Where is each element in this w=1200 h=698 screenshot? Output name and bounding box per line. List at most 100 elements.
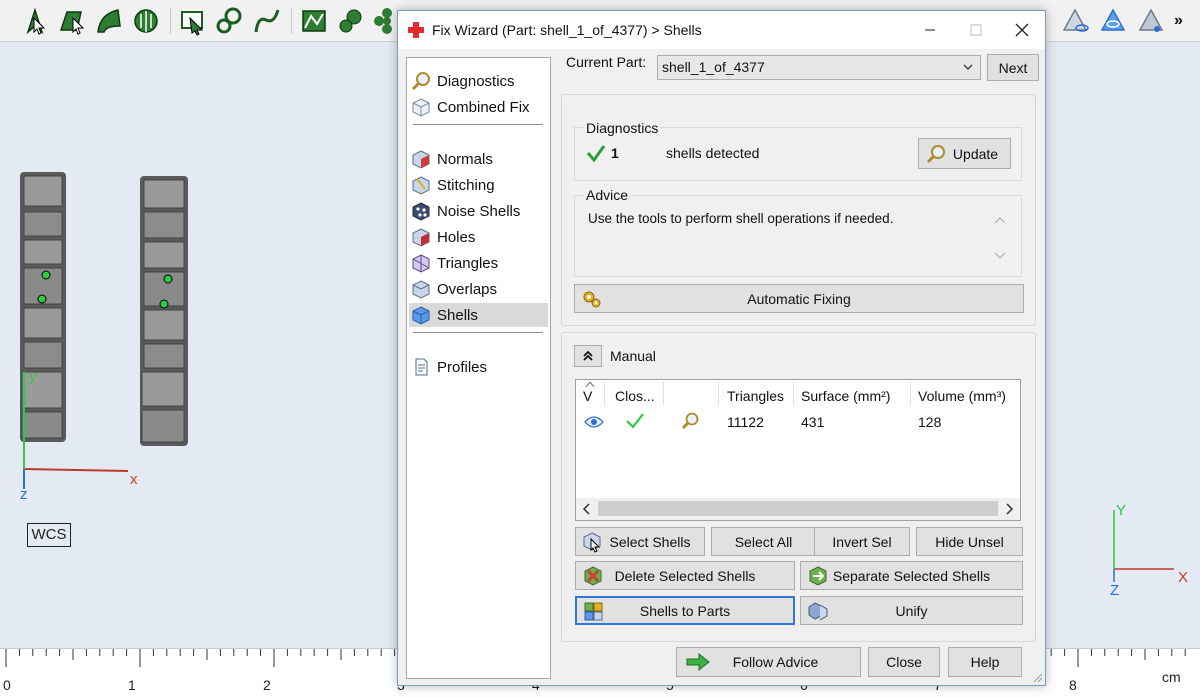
column-header-visible[interactable]: V [583,388,592,404]
view-cone-blue-icon[interactable] [1098,6,1128,36]
nav-item-holes[interactable]: Holes [409,225,548,249]
table-row[interactable]: 11122 431 128 [576,408,1020,436]
unify-label: Unify [895,602,928,619]
scrollbar-thumb[interactable] [598,501,998,516]
nav-item-label: Shells [437,306,478,324]
update-button[interactable]: Update [918,138,1011,169]
nav-item-diagnostics[interactable]: Diagnostics [409,69,548,93]
nav-item-label: Overlaps [437,280,498,298]
normals-cube-icon [412,150,430,169]
ruler-unit: cm [1162,669,1181,685]
horizontal-scrollbar[interactable] [576,498,1020,520]
follow-advice-button[interactable]: Follow Advice [676,647,861,677]
nav-item-triangles[interactable]: Triangles [409,251,548,275]
scroll-left-icon[interactable] [582,503,590,515]
select-surface-icon[interactable] [94,6,124,36]
invert-sel-button[interactable]: Invert Sel [814,527,910,556]
nav-item-label: Stitching [437,176,495,194]
shells-to-parts-button[interactable]: Shells to Parts [575,596,795,625]
close-window-button[interactable] [999,11,1045,49]
separate-selected-shells-button[interactable]: Separate Selected Shells [800,561,1023,590]
hide-unsel-button[interactable]: Hide Unsel [916,527,1023,556]
advice-header: Advice [584,187,631,203]
select-curve-icon[interactable] [252,6,282,36]
scroll-down-icon[interactable] [994,251,1006,261]
column-header-volume[interactable]: Volume (mm³) [918,388,1006,404]
shells-to-parts-label: Shells to Parts [639,602,731,619]
axis-x-label: x [130,471,138,488]
close-button[interactable]: Close [868,647,940,677]
nav-item-label: Combined Fix [437,98,530,116]
resize-grip-icon[interactable] [1031,671,1043,683]
select-shells-button[interactable]: Select Shells [575,527,705,556]
nav-item-label: Diagnostics [437,72,515,90]
stitching-cube-icon [412,176,430,195]
view-cone-icon[interactable] [1060,6,1090,36]
current-part-label: Current Part: [566,54,647,70]
automatic-fixing-label: Automatic Fixing [747,290,851,307]
select-window-icon[interactable] [299,6,329,36]
select-connected-icon[interactable] [336,6,366,36]
shell-count: 1 [611,145,619,161]
minimize-button[interactable] [907,11,953,49]
select-shells-label: Select Shells [609,533,691,550]
holes-cube-icon [412,228,430,247]
title-bar[interactable]: Fix Wizard (Part: shell_1_of_4377) > She… [398,11,1045,49]
select-shells-icon [583,531,601,553]
volume-cell: 128 [918,414,942,430]
ruler-number: 0 [3,677,11,693]
chevron-down-icon [963,64,973,70]
noise-shells-icon [412,202,430,221]
select-plane-icon[interactable] [57,6,87,36]
shell-part-left [20,172,66,442]
axis-z-label: z [20,486,28,503]
close-icon [1015,23,1029,37]
cube-icon [412,98,430,117]
scroll-up-icon[interactable] [994,215,1006,225]
document-icon [415,358,428,376]
select-all-button[interactable]: Select All [711,527,816,556]
eye-icon[interactable] [584,415,604,429]
nav-item-profiles[interactable]: Profiles [409,355,548,379]
green-arrow-icon [686,652,710,672]
unify-button[interactable]: Unify [800,596,1023,625]
column-header-surface[interactable]: Surface (mm²) [801,388,890,404]
view-cone-gray-icon[interactable] [1136,6,1166,36]
magnifier-icon [411,72,430,91]
automatic-fixing-button[interactable]: Automatic Fixing [574,284,1024,313]
next-button[interactable]: Next [987,54,1039,81]
ruler-number: 8 [1069,677,1077,693]
select-shell-icon[interactable] [131,6,161,36]
fix-wizard-dialog: Fix Wizard (Part: shell_1_of_4377) > She… [397,10,1046,686]
scroll-right-icon[interactable] [1006,503,1014,515]
surface-cell: 431 [801,414,825,430]
toolbar-overflow-icon[interactable]: » [1174,12,1183,30]
maximize-icon [970,24,982,36]
nav-item-noise-shells[interactable]: Noise Shells [409,199,548,223]
column-header-triangles[interactable]: Triangles [727,388,784,404]
nav-item-stitching[interactable]: Stitching [409,173,548,197]
dialog-title: Fix Wizard (Part: shell_1_of_4377) > She… [432,22,702,38]
chevron-up-double-icon [583,350,593,361]
separate-selected-shells-label: Separate Selected Shells [832,567,991,584]
nav-item-shells[interactable]: Shells [409,303,548,327]
nav-item-label: Profiles [437,358,488,376]
select-lasso-icon[interactable] [215,6,245,36]
maximize-button[interactable] [953,11,999,49]
select-box-icon[interactable] [178,6,208,36]
update-label: Update [952,145,999,162]
nav-item-overlaps[interactable]: Overlaps [409,277,548,301]
delete-selected-shells-button[interactable]: Delete Selected Shells [575,561,795,590]
column-header-closed[interactable]: Clos... [615,388,655,404]
select-arrow-icon[interactable] [20,6,50,36]
delete-selected-shells-label: Delete Selected Shells [614,567,756,584]
nav-item-normals[interactable]: Normals [409,147,548,171]
zoom-to-shell-icon[interactable] [680,411,700,431]
help-button[interactable]: Help [948,647,1022,677]
shells-cube-icon [412,306,430,325]
manual-header: Manual [610,348,656,364]
diagnostics-header: Diagnostics [584,120,661,136]
collapse-manual-button[interactable] [574,345,602,367]
nav-item-combined-fix[interactable]: Combined Fix [409,95,548,119]
current-part-select[interactable]: shell_1_of_4377 [657,55,981,80]
